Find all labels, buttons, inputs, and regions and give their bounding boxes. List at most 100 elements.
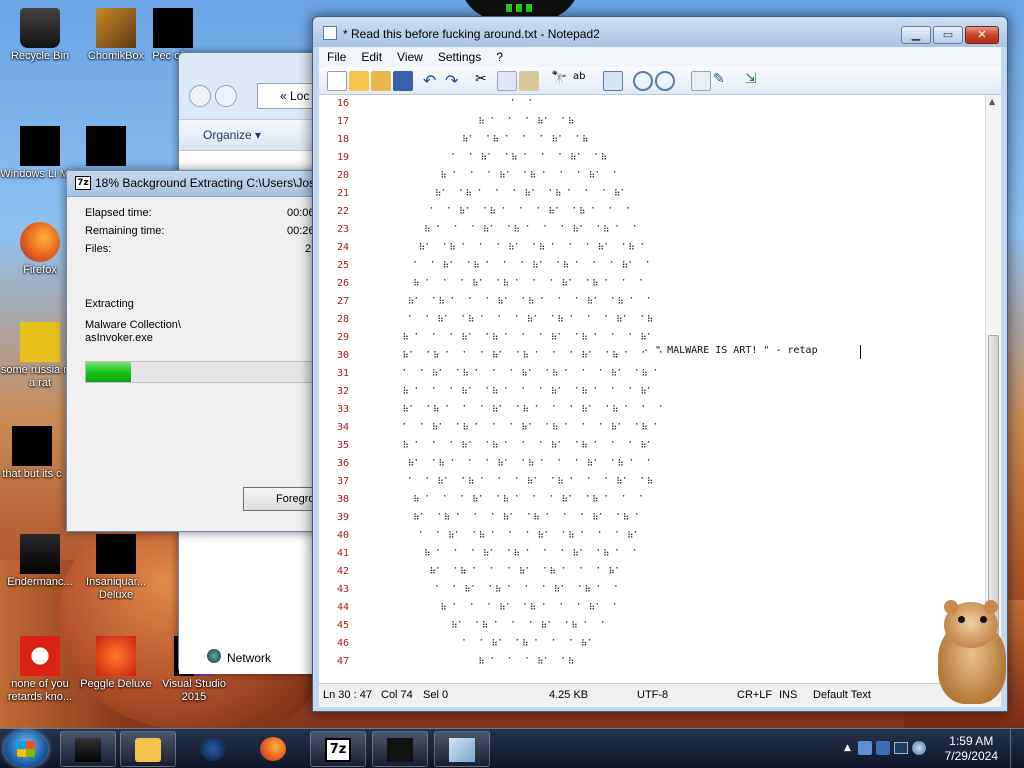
taskbar-app-dark[interactable] (372, 731, 428, 767)
scroll-up-icon[interactable]: ▲ (989, 97, 995, 106)
chomikbox-icon (96, 8, 136, 48)
tray-app-icon[interactable] (876, 741, 890, 755)
maximize-button[interactable]: ▭ (933, 26, 963, 44)
forward-button[interactable] (215, 85, 237, 107)
taskbar-app-media[interactable] (120, 731, 176, 767)
toolbar: ↶ ↷ ✂ 🔭 ab ✎ ⇲ (319, 67, 1001, 95)
notepad2-icon (449, 738, 475, 762)
nav-item-network[interactable]: Network (227, 651, 271, 665)
new-file-icon[interactable] (327, 71, 347, 91)
browse-icon[interactable] (371, 71, 391, 91)
file-icon (20, 322, 60, 362)
word-wrap-icon[interactable] (603, 71, 623, 91)
start-button[interactable] (4, 731, 48, 767)
back-button[interactable] (189, 85, 211, 107)
customize-icon[interactable]: ✎ (713, 71, 733, 91)
save-icon[interactable] (393, 71, 413, 91)
open-folder-icon[interactable] (349, 71, 369, 91)
status-col: Col 74 (381, 689, 413, 701)
replace-icon[interactable]: ab (573, 71, 593, 91)
line-number: 36 (336, 458, 349, 469)
ascii-art-line: ⠷⠁ ⠁⠷ ⠁ ⠁ ⠁ ⠷⠁ ⠁⠷ (359, 135, 595, 145)
desktop-icon-peggle[interactable]: Peggle Deluxe (76, 636, 156, 691)
desktop-icon-chomikbox[interactable]: ChomikBox (76, 8, 156, 63)
elapsed-value: 00:06 (287, 207, 315, 219)
ascii-art-line: ⠷ ⠁ ⠁ ⠁ ⠷⠁ ⠁⠷ ⠁ ⠁ ⠁ ⠷⠁ ⠁⠷ ⠁ ⠁ ⠁ ⠷⠁ (359, 387, 665, 397)
tray-app-icon[interactable] (858, 741, 872, 755)
menu-view[interactable]: View (389, 47, 430, 64)
desktop-icon-that-but[interactable]: that but its c (0, 426, 64, 481)
status-ins: INS (779, 689, 798, 701)
menu-settings[interactable]: Settings (430, 47, 488, 64)
line-number: 31 (336, 368, 349, 379)
line-number: 25 (336, 260, 349, 271)
status-sel: Sel 0 (423, 689, 449, 701)
redo-icon[interactable]: ↷ (445, 71, 465, 91)
desktop-icon-endermanch[interactable]: Endermanc... (0, 534, 80, 589)
app-icon (387, 738, 413, 762)
taskbar-app-7zip[interactable]: 7z (310, 731, 366, 767)
network-icon (207, 649, 221, 663)
tray-expand-icon[interactable]: ▲ (844, 743, 851, 753)
notepad2-window[interactable]: * Read this before fucking around.txt - … (312, 16, 1008, 712)
desktop-icon-app[interactable] (76, 126, 136, 168)
files-value: 2 (305, 243, 312, 255)
taskbar-app-firefox[interactable] (246, 731, 302, 767)
undo-icon[interactable]: ↶ (423, 71, 443, 91)
close-button[interactable]: ✕ (965, 26, 999, 44)
title-bar[interactable]: * Read this before fucking around.txt - … (313, 17, 1007, 47)
zoom-out-icon[interactable] (655, 71, 675, 91)
cut-icon[interactable]: ✂ (475, 71, 495, 91)
minimize-button[interactable]: ▁ (901, 26, 931, 44)
line-number: 43 (336, 584, 349, 595)
7zip-icon: 7z (325, 738, 351, 762)
favorites-icon[interactable]: ⇲ (745, 71, 765, 91)
text-editor[interactable]: 16 17 18 19 20 21 22 23 24 25 26 27 28 29 30 31 32 33 34 35… (319, 95, 1001, 683)
menu-help[interactable]: ? (488, 47, 510, 64)
menu-edit[interactable]: Edit (353, 47, 389, 64)
media-player-icon (135, 738, 161, 762)
line-number: 39 (336, 512, 349, 523)
ascii-art-line: ⠷ ⠁ ⠁ ⠁ ⠷⠁ ⠁⠷ ⠁ ⠁ ⠁ ⠷⠁ ⠁⠷ ⠁ ⠁ (359, 225, 640, 235)
window-title: * Read this before fucking around.txt - … (343, 27, 600, 41)
ascii-art-line: ⠷⠁ ⠁⠷ ⠁ ⠁ ⠁ ⠷⠁ ⠁⠷ ⠁ ⠁ ⠁ ⠷⠁ ⠁⠷ ⠁ ⠁ (359, 297, 659, 307)
tray-monitor-icon[interactable] (894, 742, 908, 754)
vertical-scrollbar[interactable]: ▲ (985, 95, 1001, 683)
ascii-art-line: ⠷⠁ ⠁⠷ ⠁ ⠁ ⠁ ⠷⠁ ⠁⠷ ⠁ ⠁ (359, 621, 608, 631)
tray-network-icon[interactable] (912, 741, 926, 755)
line-number-gutter: 16 17 18 19 20 21 22 23 24 25 26 27 28 29 30 31 32 33 34 35… (319, 95, 351, 683)
globe-icon (200, 737, 226, 761)
peggle-icon (96, 636, 136, 676)
line-number: 18 (336, 134, 349, 145)
clock[interactable]: 1:59 AM 7/29/2024 (945, 734, 998, 764)
menu-bar: File Edit View Settings? (319, 47, 1001, 67)
ascii-art-line: ⠁ ⠁ ⠷⠁ ⠁⠷ ⠁ ⠁ ⠁ ⠷⠁ ⠁⠷ ⠁ ⠁ ⠁ ⠷⠁ (359, 531, 646, 541)
organize-button[interactable]: Organize ▾ (203, 128, 261, 142)
line-number: 19 (336, 152, 349, 163)
status-scheme: Default Text (813, 689, 871, 701)
elapsed-label: Elapsed time: (85, 207, 152, 219)
ascii-art-line: ⠷⠁ ⠁⠷ ⠁ ⠁ ⠁ ⠷⠁ ⠁⠷ ⠁ ⠁ ⠁ ⠷⠁ ⠁⠷ ⠁ (359, 513, 653, 523)
paste-icon[interactable] (519, 71, 539, 91)
menu-file[interactable]: File (319, 47, 353, 64)
find-icon[interactable]: 🔭 (551, 71, 571, 91)
ascii-art-line: ⠁ ⠁ ⠷⠁ ⠁⠷ ⠁ ⠁ ⠁ ⠷⠁ ⠁⠷ ⠁ ⠁ ⠁ ⠷⠁ ⠁⠷ ⠁ (359, 423, 666, 433)
remaining-label: Remaining time: (85, 225, 165, 237)
files-label: Files: (85, 243, 112, 255)
extract-progress-window[interactable]: 18% Background Extracting C:\Users\Jose … (66, 170, 335, 532)
show-desktop-button[interactable] (1010, 729, 1024, 768)
copy-icon[interactable] (497, 71, 517, 91)
line-number: 33 (336, 404, 349, 415)
taskbar-app-globe[interactable] (186, 731, 242, 767)
desktop-icon-insaniquarium[interactable]: Insaniquar... Deluxe (76, 534, 156, 602)
line-number: 32 (336, 386, 349, 397)
taskbar-app-box[interactable] (60, 731, 116, 767)
taskbar-app-notepad2[interactable] (434, 731, 490, 767)
desktop-icon-none-of-you[interactable]: none of you retards kno... (0, 636, 80, 704)
zoom-in-icon[interactable] (633, 71, 653, 91)
line-number: 22 (336, 206, 349, 217)
line-number: 35 (336, 440, 349, 451)
scheme-icon[interactable] (691, 71, 711, 91)
desktop-icon-recycle-bin[interactable]: Recycle Bin (0, 8, 80, 63)
explorer-toolbar: Organize ▾ (179, 119, 329, 151)
